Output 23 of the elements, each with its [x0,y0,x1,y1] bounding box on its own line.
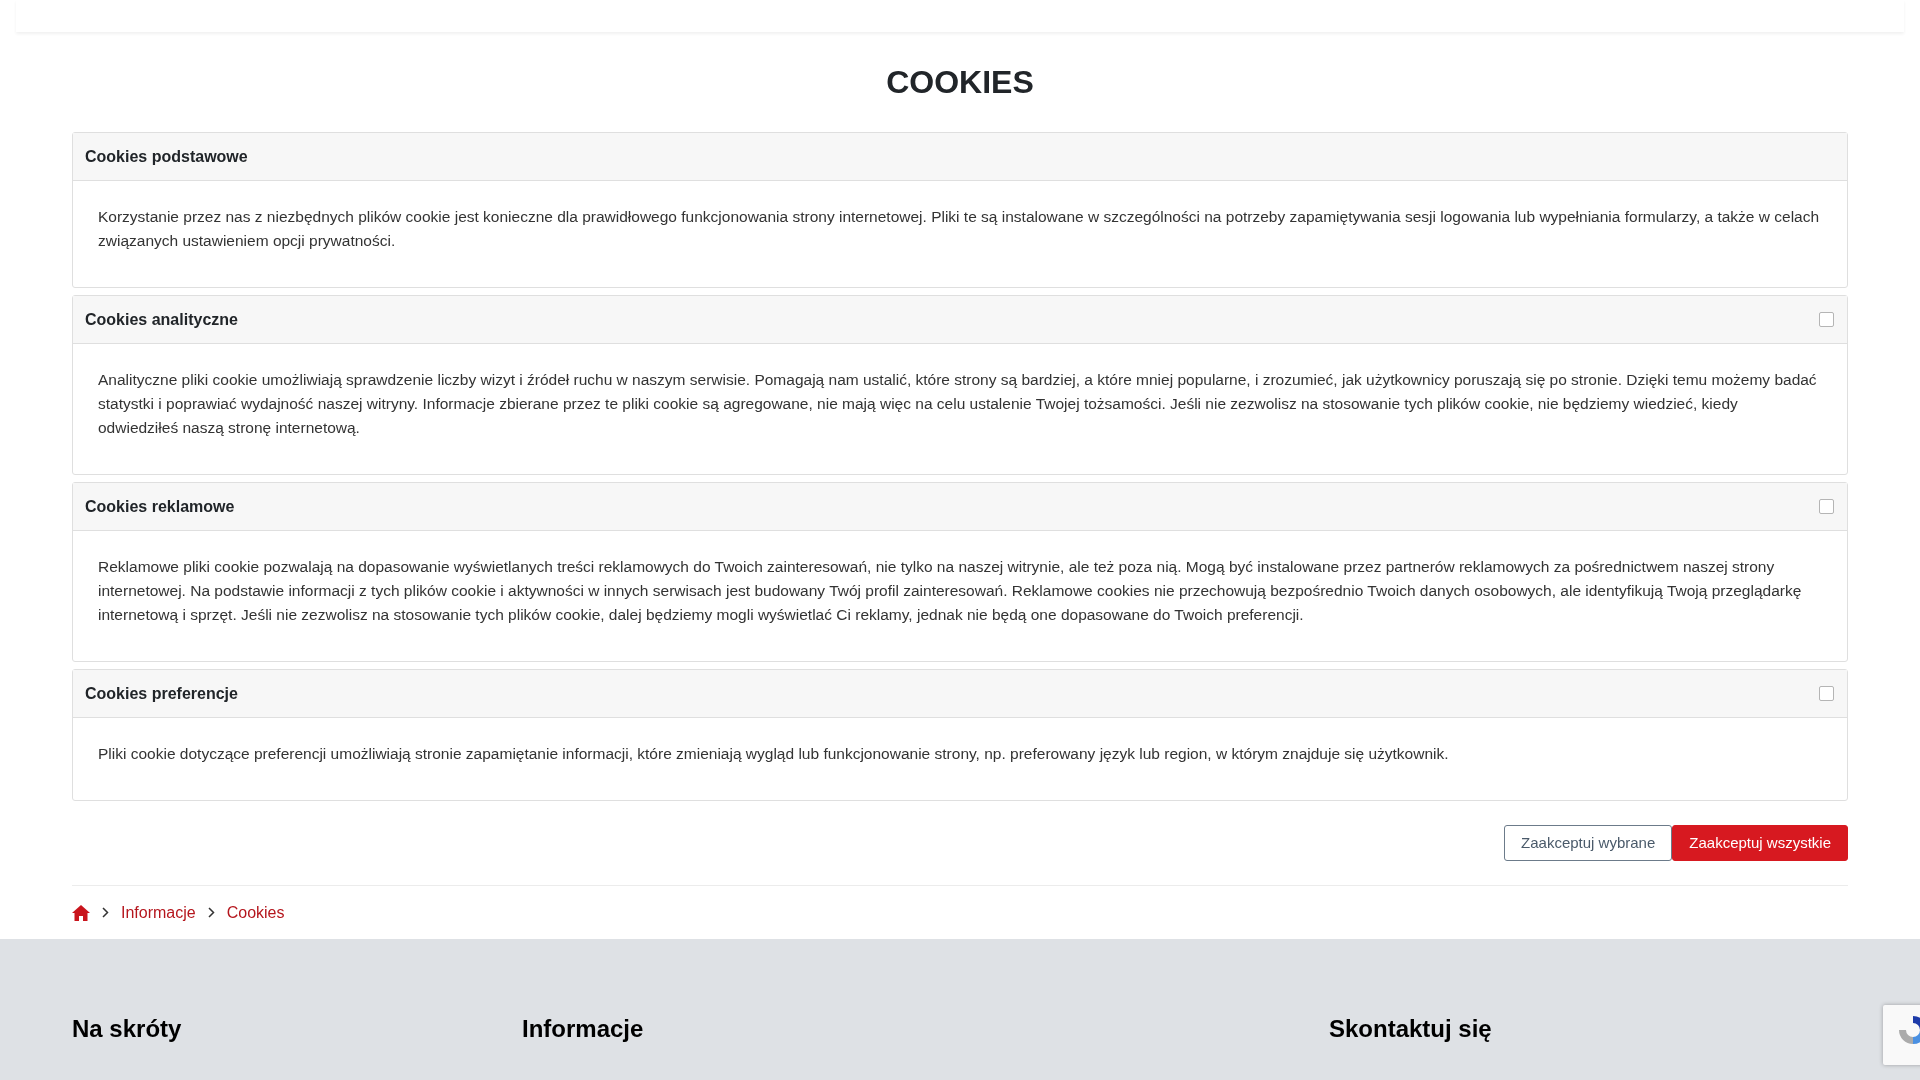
checkbox[interactable] [1819,499,1834,514]
chevron-right-icon [102,907,109,918]
footer-heading: Na skróty [72,1017,183,1044]
panel-heading: Cookies preferencje [85,683,238,704]
home-icon[interactable] [72,904,90,921]
breadcrumb-link[interactable]: Cookies [226,900,285,925]
panel-description: Korzystanie przez nas z niezbędnych plików cookie jest konieczne dla prawidłowego funkcjonowania strony internetowej. Pliki te są instalowane w szczególności na potrzeby zapamiętywania sesji logowania lub wypełniania formularzy, a także w celach związanych ustawieniem opcji prywatności. [98,207,1821,251]
checkbox[interactable] [1819,686,1834,701]
panel-heading: Cookies podstawowe [85,146,248,167]
accept-selected-button[interactable]: Zaakceptuj wybrane [1504,825,1673,861]
recaptcha-icon [1896,1013,1920,1047]
footer-heading: Skontaktuj się [1329,1017,1492,1044]
panel-description: Pliki cookie dotyczące preferencji umożliwiają stronie zapamiętanie informacji, które zmieniają wygląd lub funkcjonowanie strony, np. preferowany język lub region, w którym znajduje się użytkownik. [98,744,1450,764]
chevron-right-icon [207,907,215,918]
accept-all-button[interactable]: Zaakceptuj wszystkie [1672,825,1848,861]
panel-heading: Cookies reklamowe [85,496,235,517]
checkbox[interactable] [1819,312,1834,327]
panel-heading: Cookies analityczne [85,309,238,330]
breadcrumb-link[interactable]: Informacje [121,900,196,925]
page-title: COOKIES [885,66,1035,98]
panel-description: Analityczne pliki cookie umożliwiają sprawdzenie liczby wizyt i źródeł ruchu w naszym serwisie. Pomagają nam ustalić, które strony są bardziej, a które mniej popularne, i zrozumieć, jak użytkownicy poruszają się po stronie. Dzięki temu możemy badać statystki i poprawiać wydajność naszej witryny. Informacje zbierane przez te pliki cookie są agregowane, nie mają więc na celu ustalenie Twojej tożsamości. Jeśli nie zezwolisz na stosowanie tych plików cookie, nie będziemy wiedzieć, kiedy odwiedziłeś naszą stronę internetową. [98,370,1818,438]
panel-description: Reklamowe pliki cookie pozwalają na dopasowanie wyświetlanych treści reklamowych do Twoich zainteresowań, nie tylko na naszej witrynie, ale też poza nią. Mogą być instalowane przez partnerów reklamowych za pośrednictwem naszej strony internetowej. Na podstawie informacji z tych plików cookie i aktywności w innych serwisach jest budowany Twój profil zainteresowań. Reklamowe cookies nie przechowują bezpośrednio Twoich danych osobowych, ale identyfikują Twoją przeglądarkę internetową i sprzęt. Jeśli nie zezwolisz na stosowanie tych plików cookie, dalej będziemy mogli wyświetlać Ci reklamy, jednak nie będą one dopasowane do Twoich preferencji. [98,557,1803,625]
footer-heading: Informacje [522,1017,645,1044]
